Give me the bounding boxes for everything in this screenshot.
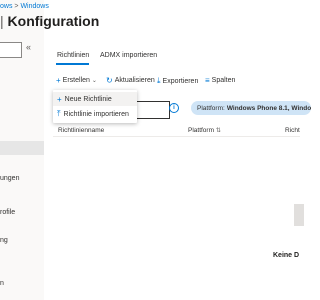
- column-header-label: Plattform: [188, 127, 215, 134]
- title-text: Konfiguration: [7, 13, 100, 29]
- sidebar-item[interactable]: n: [0, 280, 4, 287]
- column-header-type[interactable]: Richt: [285, 127, 300, 134]
- plus-icon: +: [57, 94, 62, 104]
- filter-value: Windows Phone 8.1, Windo: [226, 104, 312, 112]
- breadcrumb: ows > Windows: [0, 3, 49, 10]
- menu-item-import-policy[interactable]: ⤒ Richtlinie importieren: [53, 107, 137, 121]
- column-header-name[interactable]: Richtlinienname: [58, 127, 104, 134]
- empty-state-illustration: [294, 204, 304, 226]
- tab-selected-indicator: [56, 63, 89, 65]
- breadcrumb-item[interactable]: Windows: [20, 3, 48, 10]
- refresh-label: Aktualisieren: [114, 77, 155, 84]
- import-icon: ⤒: [57, 109, 61, 118]
- chevron-down-icon: ⌄: [91, 78, 97, 84]
- plus-icon: +: [56, 76, 61, 85]
- filter-label: Plattform:: [197, 104, 225, 112]
- sort-icon: ⇅: [215, 128, 221, 134]
- table-header-divider: [53, 136, 300, 137]
- tab-richtlinien[interactable]: Richtlinien: [57, 52, 89, 59]
- tab-admx-importieren[interactable]: ADMX importieren: [100, 52, 157, 59]
- sidebar-search-input[interactable]: [0, 42, 22, 58]
- create-dropdown-menu: + Neue Richtlinie ⤒ Richtlinie importier…: [53, 90, 137, 123]
- empty-state-text: Keine D: [273, 252, 300, 259]
- columns-label: Spalten: [211, 77, 236, 84]
- menu-item-new-policy[interactable]: + Neue Richtlinie: [53, 92, 137, 106]
- nav-selected-item[interactable]: [0, 141, 44, 155]
- search-input[interactable]: [137, 101, 170, 119]
- export-button[interactable]: ⤓ Exportieren: [157, 76, 198, 86]
- menu-item-label: Neue Richtlinie: [64, 95, 112, 103]
- platform-filter-pill[interactable]: Plattform: Windows Phone 8.1, Windo: [191, 101, 311, 115]
- create-button[interactable]: + Erstellen ⌄: [56, 76, 97, 85]
- refresh-button[interactable]: ↻ Aktualisieren: [106, 76, 155, 85]
- breadcrumb-item[interactable]: ows: [0, 3, 12, 10]
- columns-icon: ≡: [205, 76, 210, 85]
- sidebar-item[interactable]: ungen: [0, 175, 19, 182]
- sidebar-item[interactable]: ng: [0, 237, 8, 244]
- breadcrumb-separator: >: [14, 3, 19, 10]
- collapse-icon[interactable]: «: [26, 42, 31, 52]
- refresh-icon: ↻: [106, 76, 113, 85]
- menu-item-label: Richtlinie importieren: [63, 110, 129, 118]
- download-icon: ⤓: [157, 76, 161, 85]
- sidebar-item[interactable]: rofile: [0, 209, 15, 216]
- column-header-platform[interactable]: Plattform ⇅: [188, 127, 221, 134]
- info-icon[interactable]: i: [169, 103, 179, 113]
- export-label: Exportieren: [162, 77, 199, 85]
- page-title: | Konfiguration: [0, 13, 99, 29]
- create-label: Erstellen: [62, 77, 90, 84]
- title-prefix: |: [0, 13, 4, 29]
- columns-button[interactable]: ≡ Spalten: [205, 76, 235, 85]
